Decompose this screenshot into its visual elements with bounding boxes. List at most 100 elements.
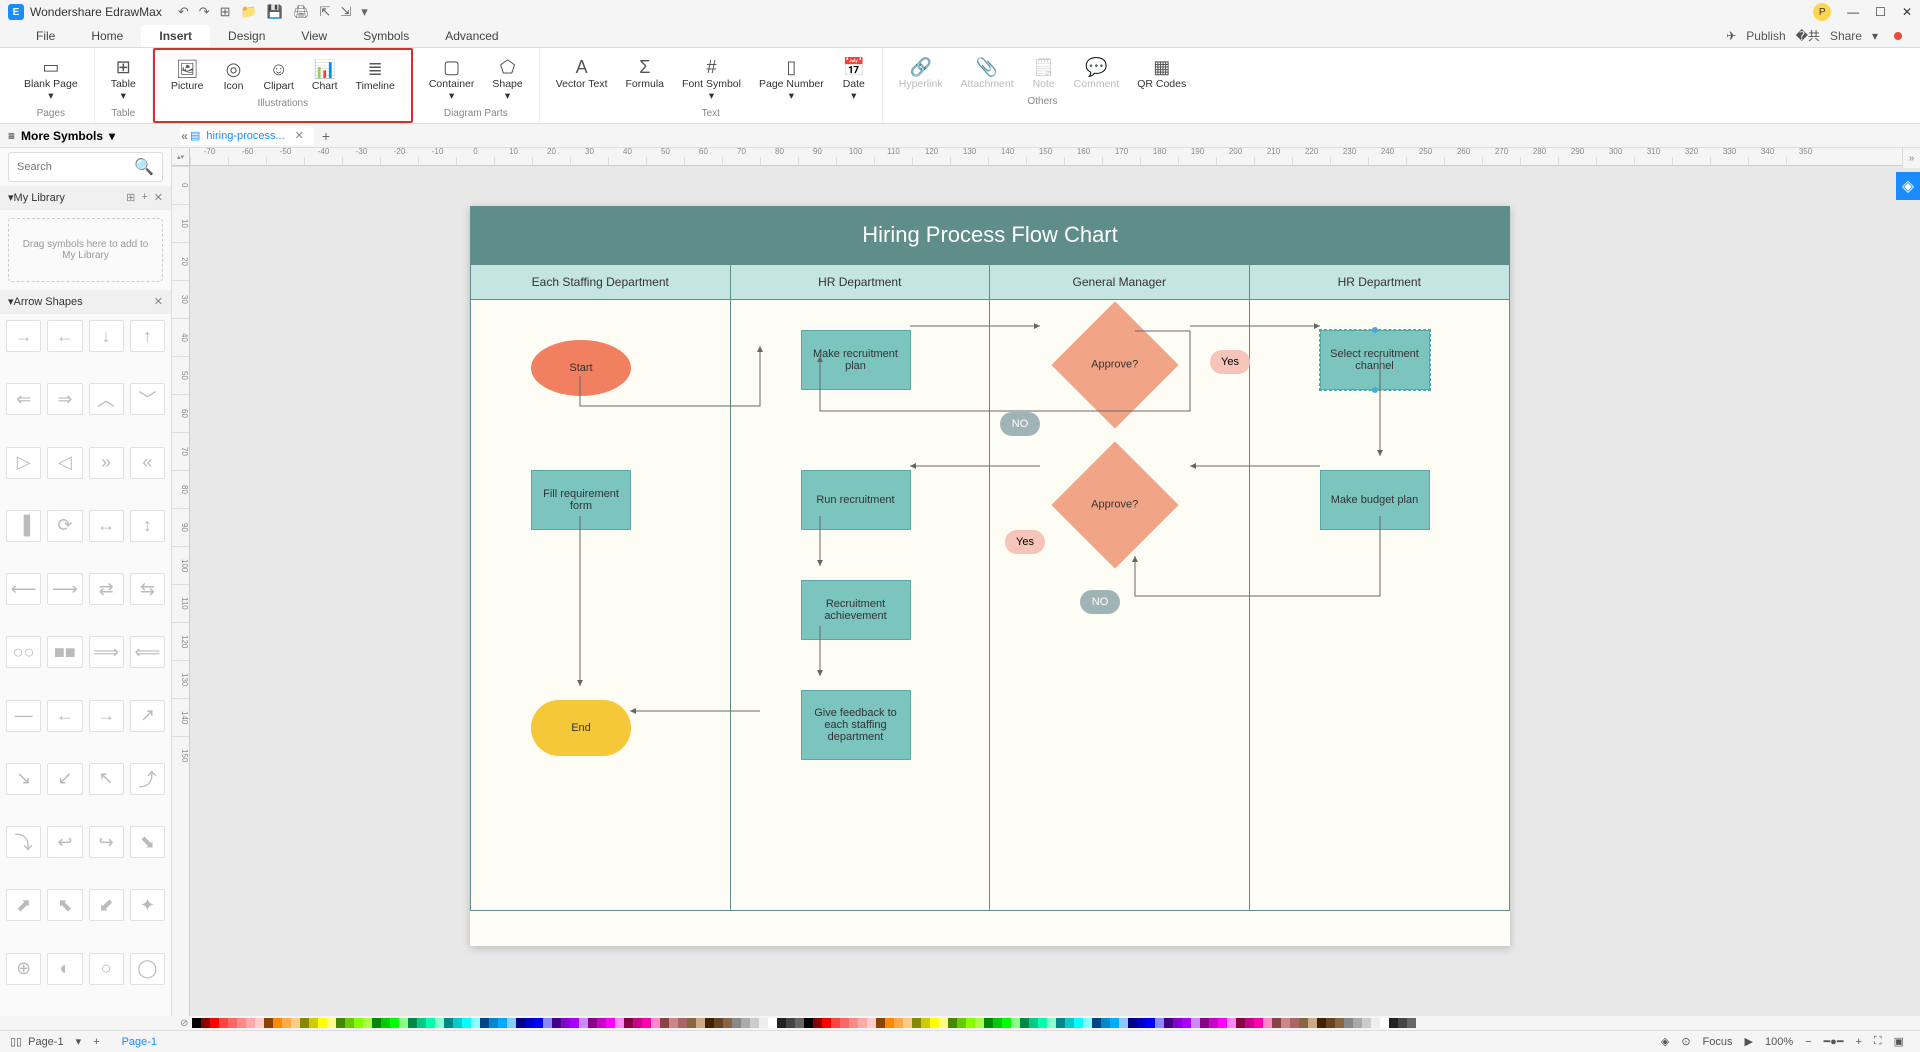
node-budget[interactable]: Make budget plan	[1320, 470, 1430, 530]
picture-button[interactable]: 🖼Picture	[163, 54, 212, 96]
shape-item[interactable]: ﹀	[130, 383, 165, 415]
color-swatch[interactable]	[471, 1018, 480, 1028]
date-button[interactable]: 📅Date▾	[834, 52, 874, 106]
layers-icon[interactable]: ◈	[1661, 1035, 1669, 1048]
page[interactable]: Hiring Process Flow Chart Each Staffing …	[470, 206, 1510, 946]
shape-item[interactable]: ←	[47, 700, 82, 732]
shape-item[interactable]: ←	[47, 320, 82, 352]
color-swatch[interactable]	[714, 1018, 723, 1028]
library-dropzone[interactable]: Drag symbols here to add to My Library	[8, 218, 163, 282]
color-swatch[interactable]	[939, 1018, 948, 1028]
right-panel-collapse-icon[interactable]: »	[1902, 148, 1920, 168]
color-swatch[interactable]	[1164, 1018, 1173, 1028]
color-swatch[interactable]	[894, 1018, 903, 1028]
hyperlink-button[interactable]: 🔗Hyperlink	[891, 52, 951, 94]
color-swatch[interactable]	[291, 1018, 300, 1028]
shape-item[interactable]: ↓	[89, 320, 124, 352]
shape-item[interactable]: →	[6, 320, 41, 352]
menu-view[interactable]: View	[283, 25, 345, 47]
color-swatch[interactable]	[651, 1018, 660, 1028]
color-swatch[interactable]	[1065, 1018, 1074, 1028]
color-swatch[interactable]	[633, 1018, 642, 1028]
color-swatch[interactable]	[876, 1018, 885, 1028]
color-swatch[interactable]	[1056, 1018, 1065, 1028]
shape-item[interactable]: ⇒	[47, 383, 82, 415]
node-approve1[interactable]: Approve?	[1051, 301, 1178, 428]
color-swatch[interactable]	[705, 1018, 714, 1028]
focus-target-icon[interactable]: ⊙	[1681, 1035, 1690, 1048]
shape-item[interactable]: ◯	[130, 953, 165, 985]
color-swatch[interactable]	[453, 1018, 462, 1028]
container-button[interactable]: ▢Container▾	[421, 52, 483, 106]
color-swatch[interactable]	[300, 1018, 309, 1028]
color-swatch[interactable]	[219, 1018, 228, 1028]
vector-text-button[interactable]: AVector Text	[548, 52, 616, 106]
shape-item[interactable]: ↕	[130, 510, 165, 542]
color-swatch[interactable]	[1227, 1018, 1236, 1028]
print-icon[interactable]: 🖨	[293, 4, 310, 20]
color-swatch[interactable]	[597, 1018, 606, 1028]
color-swatch[interactable]	[1362, 1018, 1371, 1028]
color-swatch[interactable]	[1029, 1018, 1038, 1028]
color-swatch[interactable]	[849, 1018, 858, 1028]
lib-close-icon[interactable]: ✕	[154, 191, 163, 204]
shape-item[interactable]: ⟶	[47, 573, 82, 605]
color-swatch[interactable]	[921, 1018, 930, 1028]
color-swatch[interactable]	[516, 1018, 525, 1028]
shape-item[interactable]: ⇆	[130, 573, 165, 605]
color-swatch[interactable]	[660, 1018, 669, 1028]
shape-item[interactable]: ↪	[89, 826, 124, 858]
open-icon[interactable]: 📁	[241, 4, 257, 20]
undo-icon[interactable]: ↶	[178, 4, 189, 20]
color-swatch[interactable]	[336, 1018, 345, 1028]
color-swatch[interactable]	[1380, 1018, 1389, 1028]
shape-item[interactable]: ◐	[47, 953, 82, 985]
page-dropdown-icon[interactable]: ▾	[76, 1035, 82, 1048]
shape-item[interactable]: ✦	[130, 889, 165, 921]
lib-add-icon[interactable]: +	[141, 191, 147, 204]
color-swatch[interactable]	[678, 1018, 687, 1028]
note-button[interactable]: 🗒Note	[1024, 52, 1064, 94]
shape-item[interactable]: ↘	[6, 763, 41, 795]
search-icon[interactable]: 🔍	[134, 157, 154, 177]
shape-item[interactable]: ○	[89, 953, 124, 985]
nocolor-icon[interactable]: ⊘	[180, 1018, 188, 1030]
shape-item[interactable]: ▷	[6, 447, 41, 479]
color-swatch[interactable]	[840, 1018, 849, 1028]
shape-item[interactable]: ⤴	[130, 763, 165, 795]
color-swatch[interactable]	[354, 1018, 363, 1028]
label-yes2[interactable]: Yes	[1005, 530, 1045, 554]
color-swatch[interactable]	[201, 1018, 210, 1028]
sidebar-collapse-icon[interactable]: «	[181, 129, 188, 143]
color-swatch[interactable]	[759, 1018, 768, 1028]
color-swatch[interactable]	[948, 1018, 957, 1028]
color-swatch[interactable]	[255, 1018, 264, 1028]
color-swatch[interactable]	[1317, 1018, 1326, 1028]
color-swatch[interactable]	[930, 1018, 939, 1028]
color-swatch[interactable]	[390, 1018, 399, 1028]
lib-grid-icon[interactable]: ⊞	[126, 191, 135, 204]
menu-design[interactable]: Design	[210, 25, 283, 47]
color-swatch[interactable]	[831, 1018, 840, 1028]
chart-button[interactable]: 📊Chart	[304, 54, 346, 96]
color-swatch[interactable]	[1218, 1018, 1227, 1028]
color-swatch[interactable]	[345, 1018, 354, 1028]
save-icon[interactable]: 💾	[267, 4, 283, 20]
document-tab[interactable]: ▤ hiring-process... ✕	[180, 126, 314, 145]
color-swatch[interactable]	[435, 1018, 444, 1028]
qr-button[interactable]: ▦QR Codes	[1129, 52, 1194, 94]
shape-item[interactable]: ▐	[6, 510, 41, 542]
color-swatch[interactable]	[1137, 1018, 1146, 1028]
color-swatch[interactable]	[813, 1018, 822, 1028]
color-swatch[interactable]	[1191, 1018, 1200, 1028]
color-swatch[interactable]	[732, 1018, 741, 1028]
zoom-in-icon[interactable]: +	[1855, 1036, 1861, 1048]
color-swatch[interactable]	[1254, 1018, 1263, 1028]
color-swatch[interactable]	[1047, 1018, 1056, 1028]
color-swatch[interactable]	[696, 1018, 705, 1028]
zoom-level[interactable]: 100%	[1765, 1036, 1793, 1048]
share-icon[interactable]: �共	[1796, 27, 1820, 44]
color-swatch[interactable]	[750, 1018, 759, 1028]
pages-icon[interactable]: ▯▯	[10, 1035, 22, 1048]
color-swatch[interactable]	[588, 1018, 597, 1028]
